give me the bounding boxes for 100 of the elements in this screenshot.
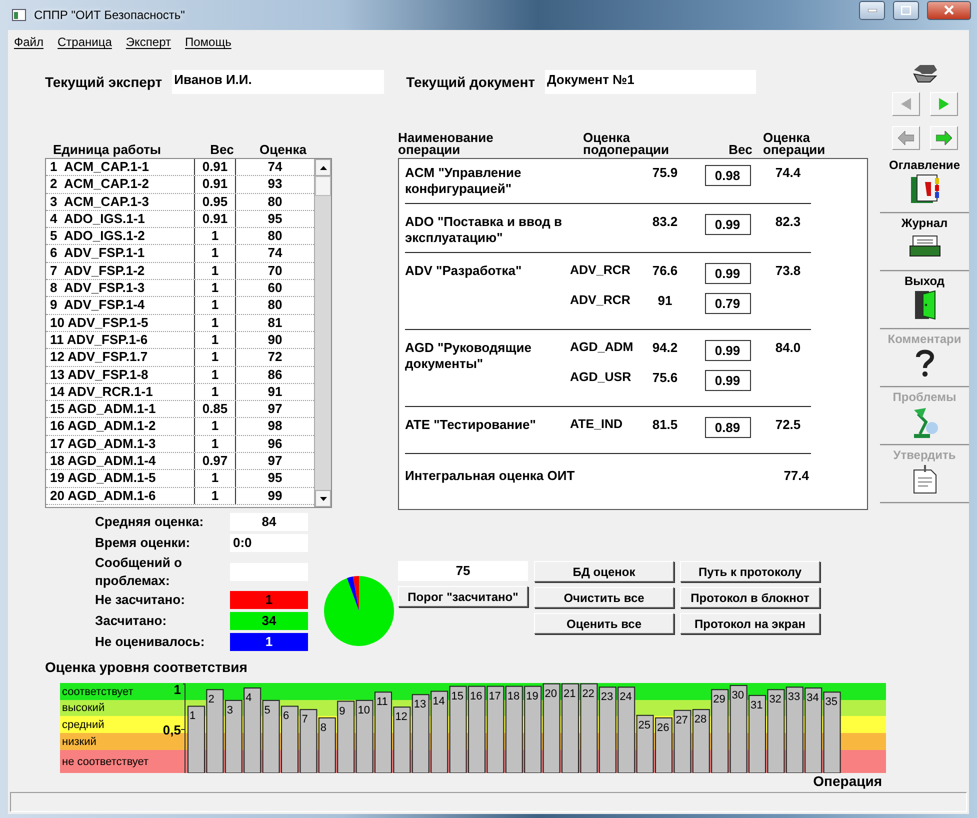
column-header: Оценка	[258, 144, 308, 156]
suboperation-score: 75.6	[651, 370, 679, 387]
column-header: Оценка операции	[763, 132, 826, 156]
table-cell: 1	[194, 418, 236, 435]
column-header: Наименование операции	[398, 132, 494, 156]
operation-score: 82.3	[774, 214, 802, 231]
bar-label: 4	[246, 692, 252, 704]
minimize-button[interactable]	[859, 0, 885, 20]
protocol-button[interactable]: Путь к протоколу	[680, 561, 820, 582]
table-cell-text: 10 ADV_FSP.1-5	[49, 314, 150, 331]
bar-label: 27	[676, 714, 688, 726]
level-label: средний	[61, 718, 104, 730]
minimize-icon	[868, 8, 876, 12]
table-cell: 0.91	[194, 176, 236, 193]
threshold-field[interactable]: 75	[398, 561, 528, 581]
protocol-button[interactable]: Протокол на экран	[680, 613, 820, 634]
bar	[674, 710, 692, 773]
bar-label: 33	[788, 691, 800, 704]
bar-label: 16	[470, 690, 482, 702]
stat-label: Не засчитано:	[95, 591, 186, 609]
bar-label: 35	[825, 696, 838, 708]
column-header: Вес	[209, 144, 235, 156]
bar-label: 21	[564, 688, 576, 700]
chart-title: Оценка уровня соответствия	[45, 659, 248, 677]
stat-label: Засчитано:	[95, 612, 168, 630]
stat-label: Не оценивалось:	[95, 633, 206, 651]
operation-name: ACM "Управление конфигурацией"	[405, 165, 522, 197]
table-cell: 1	[194, 436, 236, 452]
table-cell-text: 99	[266, 488, 284, 504]
weight-field[interactable]: 0.98	[704, 165, 750, 186]
bar-label: 12	[395, 711, 408, 724]
bar-label: 14	[432, 695, 445, 708]
close-button[interactable]	[927, 0, 971, 20]
bar	[318, 717, 336, 773]
bar-label: 30	[732, 690, 744, 702]
tick-label: 1	[174, 683, 181, 697]
tick-label: 0,5	[162, 722, 181, 738]
table-cell-text: 15 AGD_ADM.1-1	[49, 401, 157, 418]
triangle-right-icon	[938, 98, 948, 110]
triangle-up-icon	[320, 166, 326, 170]
action-button[interactable]: Очистить все	[534, 587, 674, 608]
suboperation-score: 83.2	[651, 214, 679, 231]
door-icon	[912, 290, 936, 320]
operation-name: ADO "Поставка и ввод в эксплуатацию"	[405, 214, 563, 246]
nav-button[interactable]	[930, 126, 958, 150]
bar-label: 29	[713, 694, 726, 706]
action-button[interactable]: Оценить все	[534, 613, 674, 634]
table-cell: 0.97	[194, 453, 236, 470]
bar-label: 17	[488, 690, 501, 702]
table-cell-text: 96	[266, 436, 284, 452]
menu-item[interactable]: Эксперт	[126, 35, 171, 49]
document-label: Текущий документ	[406, 74, 536, 90]
bar-label: 10	[358, 704, 370, 716]
table-cell-text: 14 ADV_RCR.1-1	[49, 384, 154, 400]
weight-field[interactable]: 0.79	[704, 293, 750, 314]
bar-label: 13	[414, 698, 426, 711]
action-button[interactable]: БД оценок	[534, 561, 674, 582]
table-cell-text: 95	[266, 470, 284, 487]
weight-field[interactable]: 0.99	[704, 340, 750, 361]
suboperation-score: 91	[656, 293, 674, 310]
table-cell: 1	[194, 366, 236, 383]
bar-label: 22	[582, 688, 594, 700]
threshold-button[interactable]: Порог "засчитано"	[398, 586, 528, 607]
table-cell-text: 70	[266, 262, 284, 280]
nav-button[interactable]	[930, 92, 958, 116]
bar-label: 18	[507, 690, 520, 702]
bar-label: 2	[208, 694, 214, 706]
protocol-button[interactable]: Протокол в блокнот	[680, 587, 820, 608]
table-cell-text: 3 ACM_CAP.1-3	[49, 194, 150, 210]
column-header: Единица работы	[53, 144, 162, 156]
weight-field[interactable]: 0.99	[704, 370, 750, 391]
scrollbar-thumb[interactable]	[315, 176, 331, 196]
bar-label: 5	[264, 704, 270, 716]
table-cell-text: 97	[266, 401, 284, 418]
menu-item[interactable]: Страница	[58, 35, 112, 49]
operation-score: 84.0	[774, 340, 802, 357]
menu-item[interactable]: Помощь	[185, 35, 232, 49]
scrollbar[interactable]	[314, 159, 331, 507]
arrow-right-icon	[936, 131, 952, 145]
document-icon	[910, 464, 938, 494]
weight-field[interactable]: 0.99	[704, 263, 750, 284]
stat-label: Средняя оценка:	[95, 513, 205, 531]
expert-field[interactable]: Иванов И.И.	[172, 70, 384, 94]
operation-score: 73.8	[774, 263, 802, 280]
weight-field[interactable]: 0.89	[704, 417, 750, 438]
suboperation-code: ADV_RCR	[570, 293, 632, 309]
maximize-button[interactable]	[893, 0, 919, 20]
document-field[interactable]: Документ №1	[545, 70, 756, 94]
menu-item[interactable]: Файл	[14, 35, 44, 49]
bar-label: 26	[657, 722, 670, 734]
table-cell-text: 74	[266, 159, 284, 176]
stat-value: 84	[230, 513, 308, 531]
table-cell: 0.91	[194, 159, 236, 176]
suboperation-score: 76.6	[651, 263, 679, 280]
operation-name: AGD "Руководящие документы"	[405, 340, 532, 373]
weight-field[interactable]: 0.99	[704, 214, 750, 235]
bar	[692, 709, 710, 773]
bar-label: 7	[302, 714, 308, 726]
bar	[655, 717, 672, 773]
table-cell: 1	[194, 262, 236, 280]
